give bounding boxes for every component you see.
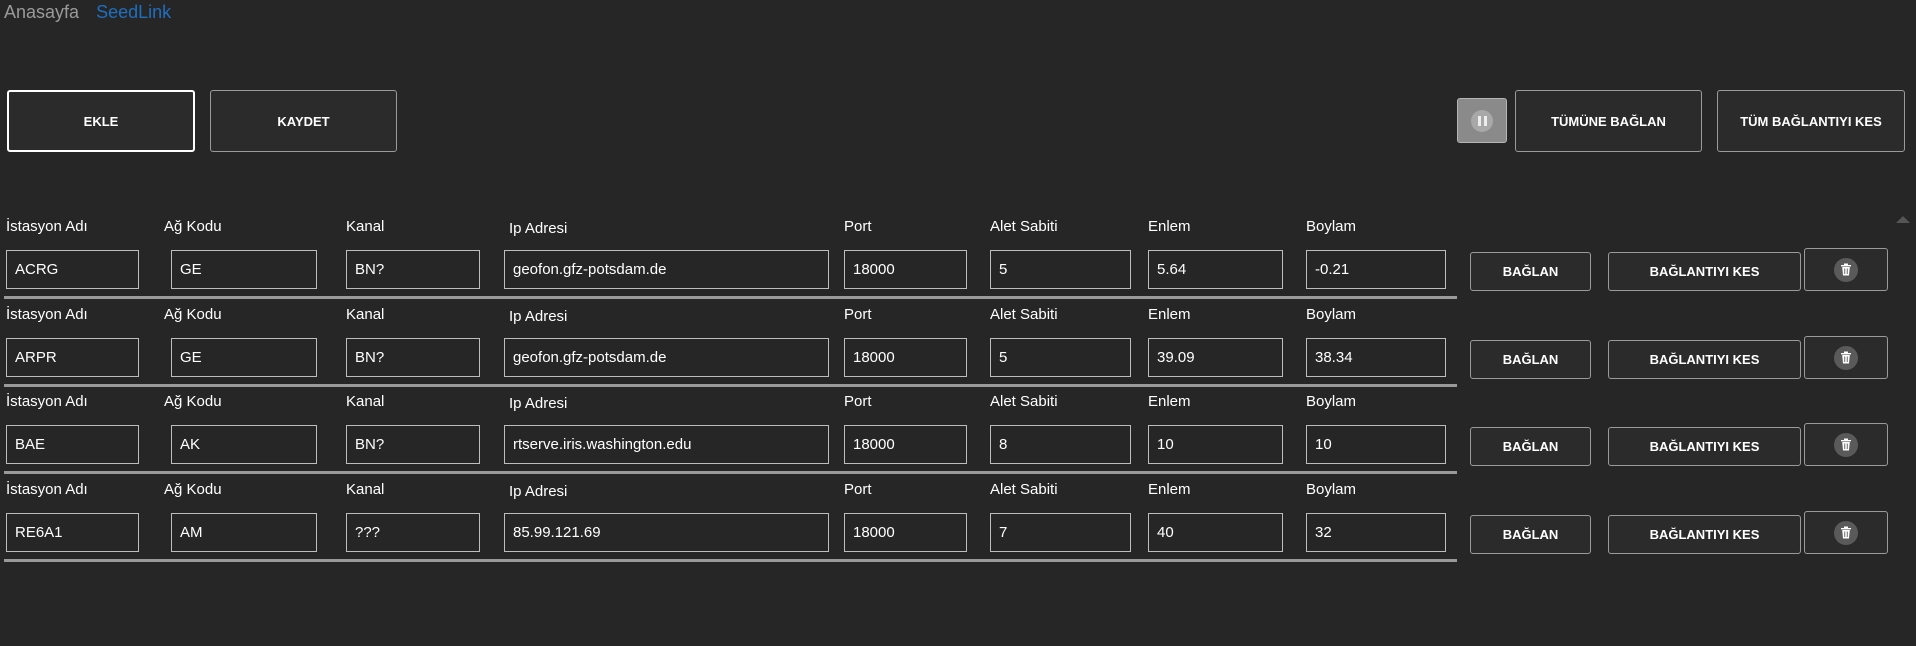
latitude-field[interactable]: 5.64: [1148, 250, 1283, 289]
trash-icon: [1834, 520, 1858, 545]
port-field[interactable]: 18000: [844, 338, 967, 377]
ip-address-label: Ip Adresi: [509, 220, 568, 237]
ip-address-field[interactable]: rtserve.iris.washington.edu: [504, 425, 829, 464]
latitude-field[interactable]: 10: [1148, 425, 1283, 464]
delete-button[interactable]: [1804, 423, 1888, 466]
instrument-constant-field[interactable]: 8: [990, 425, 1131, 464]
station-row: İstasyon Adı Ağ Kodu Kanal Ip Adresi Por…: [0, 393, 1916, 481]
row-divider: [4, 384, 1457, 387]
channel-field[interactable]: BN?: [346, 250, 480, 289]
connect-button[interactable]: BAĞLAN: [1470, 340, 1591, 379]
pause-button[interactable]: [1457, 98, 1507, 143]
save-button[interactable]: KAYDET: [210, 90, 397, 152]
nav-home-link[interactable]: Anasayfa: [4, 2, 79, 22]
longitude-field[interactable]: 32: [1306, 513, 1446, 552]
longitude-label: Boylam: [1306, 481, 1357, 498]
add-button[interactable]: EKLE: [7, 90, 195, 152]
station-name-label: İstasyon Adı: [6, 393, 88, 410]
station-row: İstasyon Adı Ağ Kodu Kanal Ip Adresi Por…: [0, 306, 1916, 394]
trash-icon: [1834, 257, 1858, 282]
ip-address-label: Ip Adresi: [509, 395, 568, 412]
latitude-label: Enlem: [1148, 306, 1191, 323]
longitude-field[interactable]: 10: [1306, 425, 1446, 464]
station-name-field[interactable]: BAE: [6, 425, 139, 464]
network-code-label: Ağ Kodu: [164, 218, 222, 235]
row-divider: [4, 559, 1457, 562]
ip-address-field[interactable]: 85.99.121.69: [504, 513, 829, 552]
port-label: Port: [844, 306, 872, 323]
latitude-field[interactable]: 39.09: [1148, 338, 1283, 377]
network-code-label: Ağ Kodu: [164, 306, 222, 323]
network-code-field[interactable]: GE: [171, 250, 317, 289]
station-name-field[interactable]: ACRG: [6, 250, 139, 289]
longitude-field[interactable]: 38.34: [1306, 338, 1446, 377]
ip-address-label: Ip Adresi: [509, 308, 568, 325]
ip-address-label: Ip Adresi: [509, 483, 568, 500]
instrument-constant-field[interactable]: 5: [990, 250, 1131, 289]
disconnect-button[interactable]: BAĞLANTIYI KES: [1608, 427, 1801, 466]
pause-icon: [1471, 109, 1493, 132]
channel-field[interactable]: BN?: [346, 425, 480, 464]
breadcrumb: Anasayfa SeedLink: [4, 2, 183, 23]
instrument-constant-field[interactable]: 7: [990, 513, 1131, 552]
row-divider: [4, 471, 1457, 474]
station-name-label: İstasyon Adı: [6, 481, 88, 498]
delete-button[interactable]: [1804, 336, 1888, 379]
latitude-label: Enlem: [1148, 393, 1191, 410]
station-name-label: İstasyon Adı: [6, 218, 88, 235]
port-field[interactable]: 18000: [844, 250, 967, 289]
disconnect-all-button[interactable]: TÜM BAĞLANTIYI KES: [1717, 90, 1905, 152]
row-divider: [4, 296, 1457, 299]
station-name-label: İstasyon Adı: [6, 306, 88, 323]
station-name-field[interactable]: ARPR: [6, 338, 139, 377]
connect-button[interactable]: BAĞLAN: [1470, 252, 1591, 291]
channel-label: Kanal: [346, 393, 385, 410]
port-label: Port: [844, 481, 872, 498]
network-code-label: Ağ Kodu: [164, 481, 222, 498]
instrument-constant-label: Alet Sabiti: [990, 218, 1058, 235]
network-code-field[interactable]: AK: [171, 425, 317, 464]
latitude-label: Enlem: [1148, 481, 1191, 498]
longitude-field[interactable]: -0.21: [1306, 250, 1446, 289]
longitude-label: Boylam: [1306, 393, 1357, 410]
connect-button[interactable]: BAĞLAN: [1470, 427, 1591, 466]
trash-icon: [1834, 345, 1858, 370]
delete-button[interactable]: [1804, 248, 1888, 291]
instrument-constant-field[interactable]: 5: [990, 338, 1131, 377]
disconnect-button[interactable]: BAĞLANTIYI KES: [1608, 340, 1801, 379]
disconnect-button[interactable]: BAĞLANTIYI KES: [1608, 252, 1801, 291]
instrument-constant-label: Alet Sabiti: [990, 481, 1058, 498]
channel-label: Kanal: [346, 481, 385, 498]
network-code-label: Ağ Kodu: [164, 393, 222, 410]
channel-field[interactable]: BN?: [346, 338, 480, 377]
port-field[interactable]: 18000: [844, 513, 967, 552]
longitude-label: Boylam: [1306, 306, 1357, 323]
trash-icon: [1834, 432, 1858, 457]
latitude-field[interactable]: 40: [1148, 513, 1283, 552]
station-row: İstasyon Adı Ağ Kodu Kanal Ip Adresi Por…: [0, 481, 1916, 569]
ip-address-field[interactable]: geofon.gfz-potsdam.de: [504, 338, 829, 377]
channel-label: Kanal: [346, 218, 385, 235]
network-code-field[interactable]: GE: [171, 338, 317, 377]
nav-seedlink-link[interactable]: SeedLink: [96, 2, 171, 22]
delete-button[interactable]: [1804, 511, 1888, 554]
disconnect-button[interactable]: BAĞLANTIYI KES: [1608, 515, 1801, 554]
ip-address-field[interactable]: geofon.gfz-potsdam.de: [504, 250, 829, 289]
longitude-label: Boylam: [1306, 218, 1357, 235]
station-row: İstasyon Adı Ağ Kodu Kanal Ip Adresi Por…: [0, 218, 1916, 306]
port-field[interactable]: 18000: [844, 425, 967, 464]
port-label: Port: [844, 393, 872, 410]
port-label: Port: [844, 218, 872, 235]
connect-all-button[interactable]: TÜMÜNE BAĞLAN: [1515, 90, 1702, 152]
channel-field[interactable]: ???: [346, 513, 480, 552]
latitude-label: Enlem: [1148, 218, 1191, 235]
instrument-constant-label: Alet Sabiti: [990, 393, 1058, 410]
connect-button[interactable]: BAĞLAN: [1470, 515, 1591, 554]
instrument-constant-label: Alet Sabiti: [990, 306, 1058, 323]
channel-label: Kanal: [346, 306, 385, 323]
station-name-field[interactable]: RE6A1: [6, 513, 139, 552]
network-code-field[interactable]: AM: [171, 513, 317, 552]
